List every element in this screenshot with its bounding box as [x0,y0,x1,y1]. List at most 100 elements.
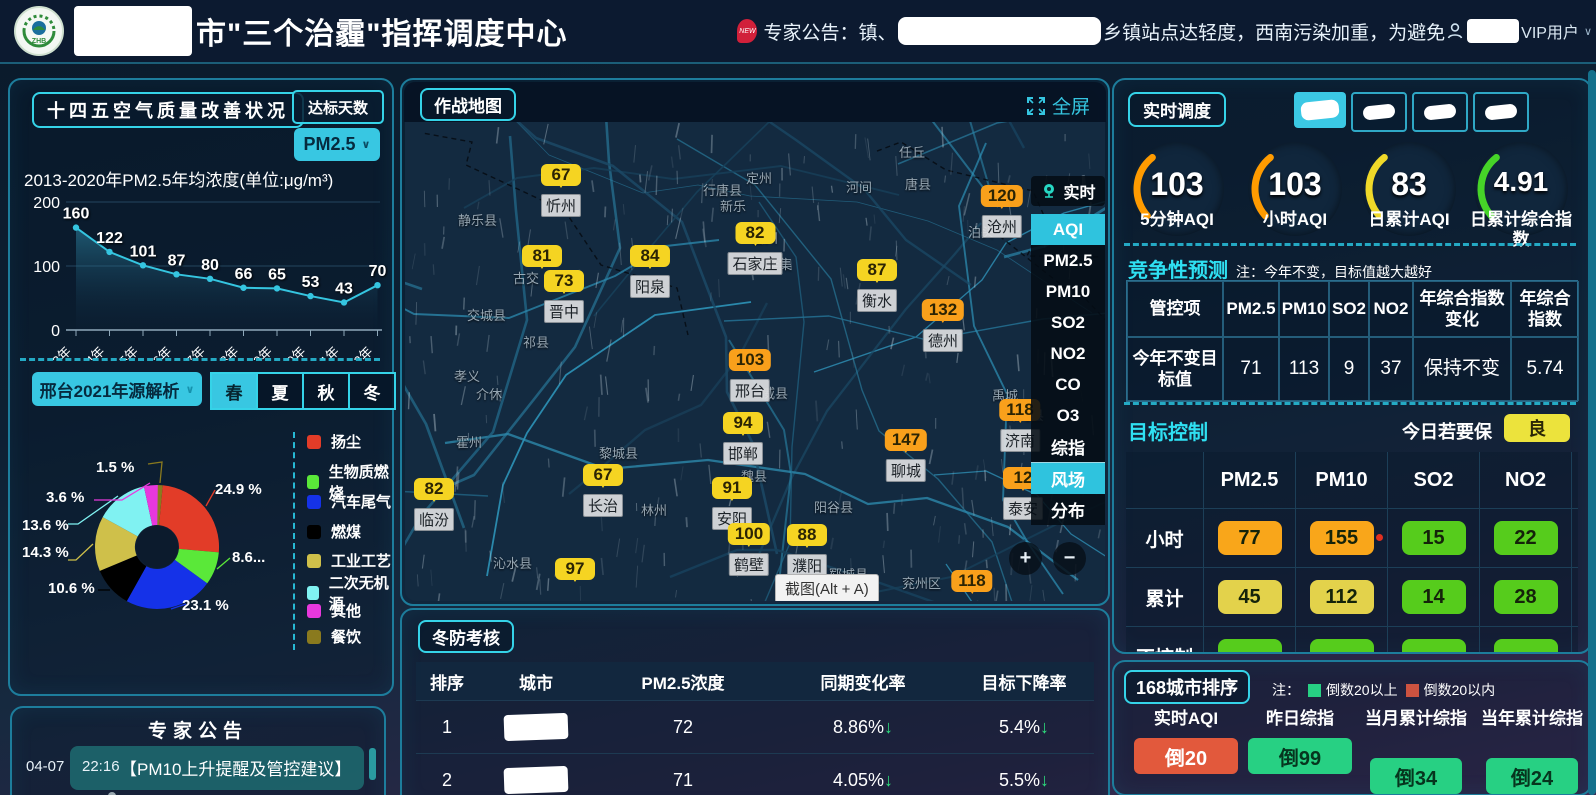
dispatch-tab-1[interactable] [1294,92,1346,128]
tab-redaction [1300,99,1340,121]
dispatch-tab-2[interactable] [1351,92,1407,132]
legend-swatch [307,435,321,449]
city-marker-临汾[interactable]: 82临汾 [414,478,454,531]
map-canvas[interactable]: 静乐县唐县任丘定州行唐县新乐晋州辛集河间泊头古交交城县祁县孝义介休霍州沁水县黎城… [405,122,1105,601]
announcement-text-1: 镇、 [858,18,896,45]
prediction-cell: 37 [1369,337,1413,401]
city-marker-晋中[interactable]: 73晋中 [544,270,584,323]
city-marker[interactable]: 81 [522,245,562,267]
city-name-label: 长治 [583,494,623,517]
map-layer-O3[interactable]: O3 [1031,400,1105,431]
city-marker-德州[interactable]: 132德州 [922,299,964,352]
notice-item[interactable]: 22:16 【PM10上升提醒及管控建议】 [70,746,364,790]
city-marker-阳泉[interactable]: 84阳泉 [630,245,670,298]
dispatch-tab-3[interactable] [1412,92,1468,132]
city-marker-濮阳[interactable]: 88濮阳 [787,524,827,577]
value-badge [1494,639,1558,654]
gauge-label: 小时AQI [1236,210,1354,230]
dashboard: ZHB 市"三个治霾"指挥调度中心 NEW 专家公告： 镇、 乡镇站点达轻度，西… [0,0,1596,795]
map-zoom-in-button[interactable]: + [1009,542,1042,575]
map-layer-AQI[interactable]: AQI [1031,214,1105,245]
city-marker-石家庄[interactable]: 82 石家庄 [727,222,782,275]
alert-dot [1376,534,1383,541]
prediction-col: PM2.5 [1223,281,1279,337]
legend-divider [293,432,295,650]
legend-label: 扬尘 [331,431,361,452]
svg-text:122: 122 [96,230,123,247]
page-scrollbar[interactable] [1588,70,1596,795]
city-marker-长治[interactable]: 67长治 [583,464,623,517]
legend-swatch [307,495,321,509]
expert-announcement-bar: NEW 专家公告： 镇、 乡镇站点达轻度，西南污染加重，为避免 [737,17,1445,45]
pm25-trend-line-chart: 20010001602013年1222014年1012015年872016年80… [14,184,388,360]
pollutant-dropdown[interactable]: PM2.5 ∨ [294,128,380,161]
svg-text:66: 66 [235,266,253,283]
map-layer-SO2[interactable]: SO2 [1031,307,1105,338]
map-layer-风场[interactable]: 风场 [1031,463,1105,494]
prediction-note: 注：今年不变，目标值越大越好 [1236,262,1432,282]
gauge-label: 日累计AQI [1350,210,1468,230]
dispatch-tab-4[interactable] [1473,92,1529,132]
season-tab-春[interactable]: 春 [210,372,258,410]
season-tab-夏[interactable]: 夏 [256,372,304,410]
pollutant-dropdown-value: PM2.5 [304,134,356,155]
aqi-pin: 82 [735,222,775,244]
target-cell [1204,627,1296,654]
legend-item-其他: 其他 [307,600,361,621]
city-marker-衡水[interactable]: 87衡水 [857,259,897,312]
map-layer-分布[interactable]: 分布 [1031,494,1105,525]
legend-swatch [307,604,321,618]
map-layer-NO2[interactable]: NO2 [1031,338,1105,369]
target-cell: 155 [1296,509,1388,568]
target-cell: 15 [1388,509,1480,568]
city-marker-邯郸[interactable]: 94邯郸 [723,412,763,465]
season-tab-冬[interactable]: 冬 [348,372,396,410]
winter-col-目标下降率: 目标下降率 [954,662,1094,701]
gauge-value: 83 [1362,166,1456,203]
target-col-PM2.5: PM2.5 [1204,452,1296,509]
ranking-legend-label: 倒数20以上 [1326,680,1398,700]
season-tab-秋[interactable]: 秋 [302,372,350,410]
city-marker-邢台[interactable]: 103邢台 [729,349,771,402]
source-analysis-dropdown[interactable]: 邢台2021年源解析 ∨ [32,372,202,406]
target-col-PM10: PM10 [1296,452,1388,509]
notice-scrollbar[interactable] [369,748,376,780]
fullscreen-button[interactable]: 全屏 [1026,92,1090,119]
city-name-label: 德州 [923,329,963,352]
target-row-累计: 累计 [1126,568,1204,627]
winter-city-redacted [478,701,594,754]
city-marker[interactable]: 118 [951,570,992,592]
title-redaction [74,6,192,56]
map-layer-PM2.5[interactable]: PM2.5 [1031,245,1105,276]
announcement-label: 专家公告： [763,18,858,45]
target-cell: 1.4 [1572,509,1578,568]
city-name-label: 阳泉 [630,275,670,298]
map-layer-综指[interactable]: 综指 [1031,431,1105,463]
map-layer-PM10[interactable]: PM10 [1031,276,1105,307]
city-marker-沧州[interactable]: 120沧州 [981,185,1023,238]
legend-swatch [307,525,321,539]
city-marker-聊城[interactable]: 147聊城 [885,429,927,482]
city-marker-鹤壁[interactable]: 100鹤壁 [728,523,770,576]
city-name-label: 石家庄 [727,252,782,275]
target-cell [1296,627,1388,654]
standard-days-button[interactable]: 达标天数 [292,90,384,124]
aqi-pin: 94 [723,412,763,434]
prediction-col: 管控项 [1127,281,1223,337]
screenshot-tooltip: 截图(Alt + A) [775,574,879,601]
map-zoom-out-button[interactable]: − [1053,542,1086,575]
user-menu[interactable]: VIP用户 ∨ [1445,19,1592,43]
ranking-note-label: 注： [1272,680,1300,700]
gauge-小时AQI: 103小时AQI [1236,142,1354,230]
prediction-table: 管控项PM2.5PM10SO2NO2年综合指数变化年综合指数今年不变目标值711… [1126,280,1578,402]
prediction-title: 竞争性预测 [1128,254,1228,283]
target-cell: 112 [1296,568,1388,627]
legend-label: 其他 [331,600,361,621]
city-marker-忻州[interactable]: 67忻州 [541,164,581,217]
map-layer-live[interactable]: 实时 [1031,176,1105,206]
top-header: ZHB 市"三个治霾"指挥调度中心 NEW 专家公告： 镇、 乡镇站点达轻度，西… [0,0,1596,64]
city-marker[interactable]: 97 [555,558,595,580]
map-layer-CO[interactable]: CO [1031,369,1105,400]
divider [1124,402,1576,405]
legend-swatch [307,586,319,600]
